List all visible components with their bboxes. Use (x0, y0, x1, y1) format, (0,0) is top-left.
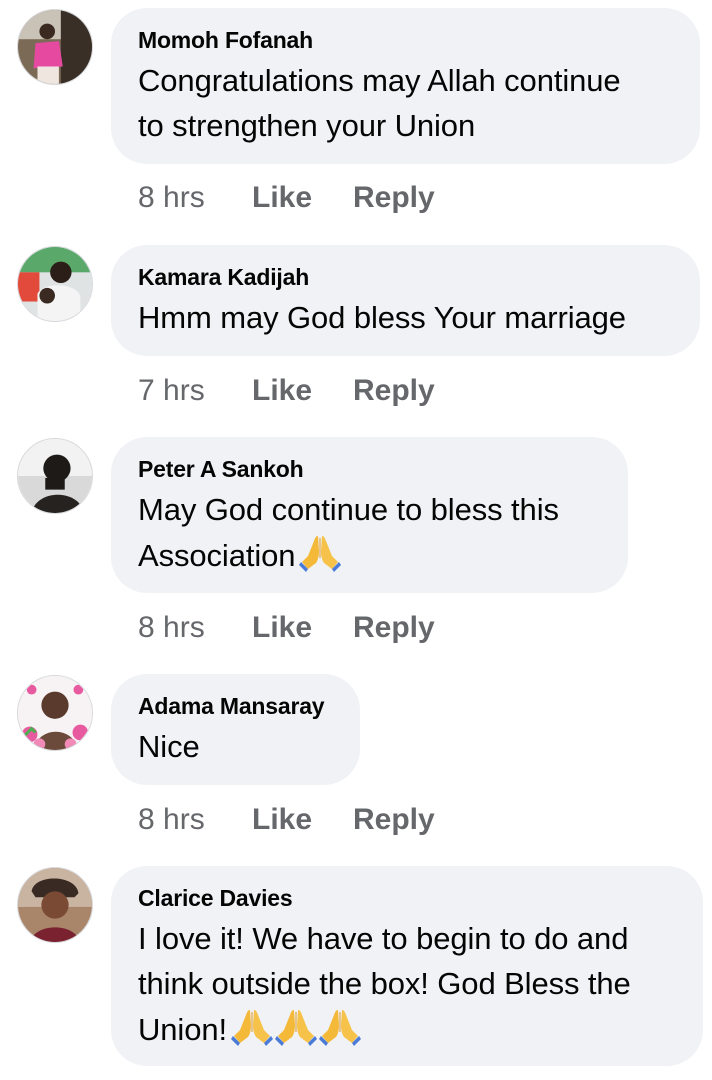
comment-text: Nice (138, 724, 334, 769)
folded-hands-icon (319, 1006, 361, 1046)
avatar[interactable] (17, 675, 93, 751)
comment-author[interactable]: Momoh Fofanah (138, 25, 674, 55)
folded-hands-icon (299, 532, 341, 572)
reply-button[interactable]: Reply (353, 180, 435, 216)
comment-actions: 8 hrs Like Reply (138, 610, 435, 646)
reply-button[interactable]: Reply (353, 802, 435, 838)
avatar-photo-icon (18, 439, 92, 513)
comment-text-line: I love it! We have to begin to do and (138, 921, 629, 956)
comment-text: May God continue to bless this Associati… (138, 487, 602, 578)
comment-bubble: Momoh Fofanah Congratulations may Allah … (111, 8, 700, 164)
comment-text-line: Union! (138, 1012, 228, 1047)
like-button[interactable]: Like (252, 180, 353, 216)
comment-author[interactable]: Clarice Davies (138, 883, 677, 913)
comment-text-line: to strengthen your Union (138, 108, 476, 143)
comment-text: Congratulations may Allah continue to st… (138, 58, 674, 148)
comment-timestamp[interactable]: 8 hrs (138, 180, 252, 216)
avatar-photo-icon (18, 247, 92, 321)
comment-bubble: Peter A Sankoh May God continue to bless… (111, 437, 628, 593)
comment-text-line: think outside the box! God Bless the (138, 966, 631, 1001)
comment-text-line: Nice (138, 729, 200, 764)
comment-text-line: May God continue to bless this (138, 492, 559, 527)
avatar-photo-icon (18, 676, 92, 750)
avatar[interactable] (17, 438, 93, 514)
comment-bubble: Clarice Davies I love it! We have to beg… (111, 866, 703, 1066)
avatar-photo-icon (18, 10, 92, 84)
avatar-photo-icon (18, 868, 92, 942)
comment-actions: 7 hrs Like Reply (138, 373, 435, 409)
comment-actions: 8 hrs Like Reply (138, 180, 435, 216)
avatar[interactable] (17, 246, 93, 322)
like-button[interactable]: Like (252, 373, 353, 409)
comment-bubble: Adama Mansaray Nice (111, 674, 360, 785)
like-button[interactable]: Like (252, 802, 353, 838)
comment-author[interactable]: Peter A Sankoh (138, 454, 602, 484)
comment-author[interactable]: Kamara Kadijah (138, 262, 674, 292)
like-button[interactable]: Like (252, 610, 353, 646)
comment-timestamp[interactable]: 8 hrs (138, 802, 252, 838)
avatar[interactable] (17, 867, 93, 943)
comment-text: Hmm may God bless Your marriage (138, 295, 674, 340)
reply-button[interactable]: Reply (353, 610, 435, 646)
comment-text-line: Hmm may God bless Your marriage (138, 300, 626, 335)
folded-hands-icon (231, 1006, 273, 1046)
avatar[interactable] (17, 9, 93, 85)
comment-bubble: Kamara Kadijah Hmm may God bless Your ma… (111, 245, 700, 356)
comment-text: I love it! We have to begin to do and th… (138, 916, 677, 1052)
comment-text-line-with-emoji: Union! (138, 1006, 677, 1052)
comment-timestamp[interactable]: 8 hrs (138, 610, 252, 646)
comment-text-line: Association (138, 538, 296, 573)
comment-author[interactable]: Adama Mansaray (138, 691, 334, 721)
folded-hands-icon (275, 1006, 317, 1046)
comment-text-line: Congratulations may Allah continue (138, 63, 621, 98)
comment-timestamp[interactable]: 7 hrs (138, 373, 252, 409)
reply-button[interactable]: Reply (353, 373, 435, 409)
comment-actions: 8 hrs Like Reply (138, 802, 435, 838)
comment-text-line-with-emoji: Association (138, 532, 602, 578)
